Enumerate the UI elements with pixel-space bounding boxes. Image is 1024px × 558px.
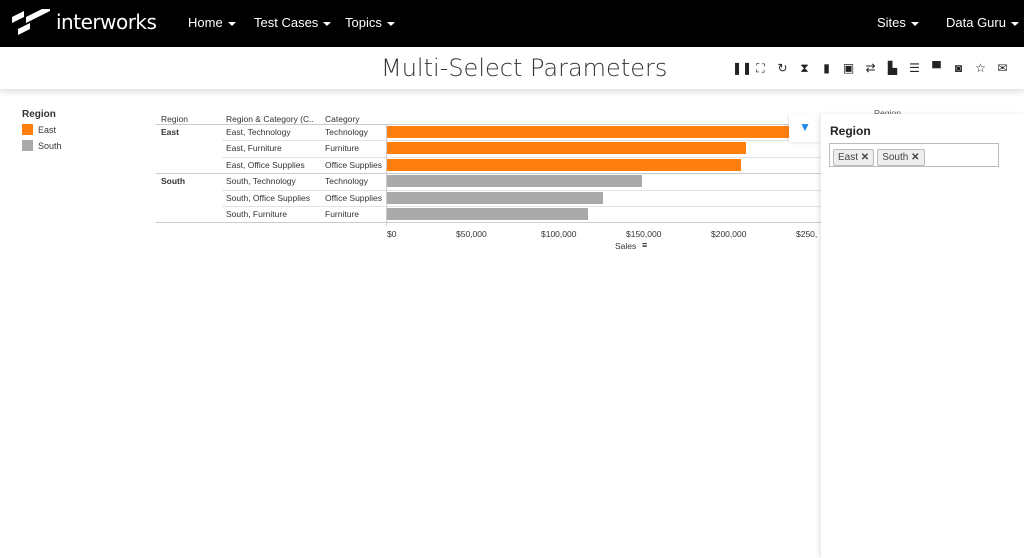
filter-panel: Region East ✕ South ✕ xyxy=(821,114,1024,558)
header-region: Region xyxy=(161,114,188,124)
file-icon[interactable]: ▮ xyxy=(820,61,833,76)
presentation-icon[interactable]: ▀ xyxy=(930,61,943,76)
x-tick: $0 xyxy=(387,229,397,239)
tag-south: South ✕ xyxy=(877,149,925,166)
filter-icon[interactable]: ▼ xyxy=(789,114,821,142)
x-tick: $50,000 xyxy=(456,229,487,239)
bar-east-office-supplies[interactable] xyxy=(387,158,741,171)
group-east: East xyxy=(161,127,179,137)
legend-title: Region xyxy=(22,109,56,120)
bar-south-furniture[interactable] xyxy=(387,208,588,220)
legend-label: East xyxy=(38,124,57,135)
save-icon[interactable]: ▙ xyxy=(886,61,899,76)
nav-sites[interactable]: Sites xyxy=(877,15,919,30)
nav-test-cases[interactable]: Test Cases xyxy=(254,15,331,30)
row-label: East, Furniture xyxy=(226,143,282,154)
star-icon[interactable]: ☆ xyxy=(974,61,987,76)
x-tick: $100,000 xyxy=(541,229,577,239)
row-category: Furniture xyxy=(325,143,360,154)
fullscreen-icon[interactable]: ⛶ xyxy=(754,61,767,76)
tag-east: East ✕ xyxy=(833,149,875,166)
row-label: South, Furniture xyxy=(226,209,287,219)
sort-icon[interactable]: ≡ xyxy=(642,240,647,250)
header-category: Category xyxy=(325,114,360,124)
x-axis-label: Sales xyxy=(615,241,637,251)
row-label: East, Technology xyxy=(226,127,291,137)
row-label: South, Office Supplies xyxy=(226,192,310,203)
email-icon[interactable]: ✉ xyxy=(996,61,1009,76)
bar-east-furniture[interactable] xyxy=(387,142,746,155)
row-category: Technology xyxy=(325,176,369,187)
legend-item-south[interactable]: South xyxy=(22,140,62,151)
refresh-icon[interactable]: ↻ xyxy=(776,61,789,76)
legend-swatch xyxy=(22,140,33,151)
header-region-category: Region & Category (C.. xyxy=(226,114,314,124)
bar-east-technology[interactable] xyxy=(387,126,822,138)
swap-icon[interactable]: ⇄ xyxy=(864,61,877,76)
logo-icon xyxy=(12,9,50,35)
top-nav: interworks Home Test Cases Topics Sites … xyxy=(0,0,1024,47)
remove-south-icon[interactable]: ✕ xyxy=(911,152,919,163)
nav-user[interactable]: Data Guru xyxy=(946,15,1019,30)
interworks-logo[interactable]: interworks xyxy=(12,9,157,35)
color-legend: Region East South xyxy=(22,109,62,156)
row-category: Office Supplies xyxy=(325,192,383,203)
nav-home[interactable]: Home xyxy=(188,15,236,30)
remove-east-icon[interactable]: ✕ xyxy=(861,152,869,163)
row-label: East, Office Supplies xyxy=(226,159,305,170)
row-label: South, Technology xyxy=(226,176,296,187)
bar-south-office-supplies[interactable] xyxy=(387,191,603,204)
row-category: Office Supplies xyxy=(325,159,383,170)
legend-label: South xyxy=(38,140,62,151)
pause-icon[interactable]: ❚❚ xyxy=(732,61,752,76)
list-icon[interactable]: ☰ xyxy=(908,61,921,76)
bar-south-technology[interactable] xyxy=(387,175,642,188)
row-category: Furniture xyxy=(325,209,360,219)
camera-icon[interactable]: ◙ xyxy=(952,61,965,76)
x-tick: $200,000 xyxy=(711,229,747,239)
title-bar: Multi-Select Parameters ❚❚ ⛶ ↻ ⧗ ▮ ▣ ⇄ ▙… xyxy=(0,47,1024,89)
toolbar: ❚❚ ⛶ ↻ ⧗ ▮ ▣ ⇄ ▙ ☰ ▀ ◙ ☆ ✉ xyxy=(732,61,1009,76)
tag-label: East xyxy=(838,152,859,163)
filter-title: Region xyxy=(830,124,871,138)
tag-label: South xyxy=(882,152,909,163)
page-title: Multi-Select Parameters xyxy=(381,54,668,82)
image-icon[interactable]: ▣ xyxy=(842,61,855,76)
x-tick: $150,000 xyxy=(626,229,662,239)
hourglass-icon[interactable]: ⧗ xyxy=(798,61,811,76)
nav-topics[interactable]: Topics xyxy=(345,15,395,30)
x-tick: $250, xyxy=(796,229,818,239)
row-category: Technology xyxy=(325,127,369,137)
legend-item-east[interactable]: East xyxy=(22,124,62,135)
group-south: South xyxy=(161,176,186,186)
region-multiselect[interactable]: East ✕ South ✕ xyxy=(829,143,999,167)
legend-swatch xyxy=(22,124,33,135)
brand-name: interworks xyxy=(56,10,157,34)
